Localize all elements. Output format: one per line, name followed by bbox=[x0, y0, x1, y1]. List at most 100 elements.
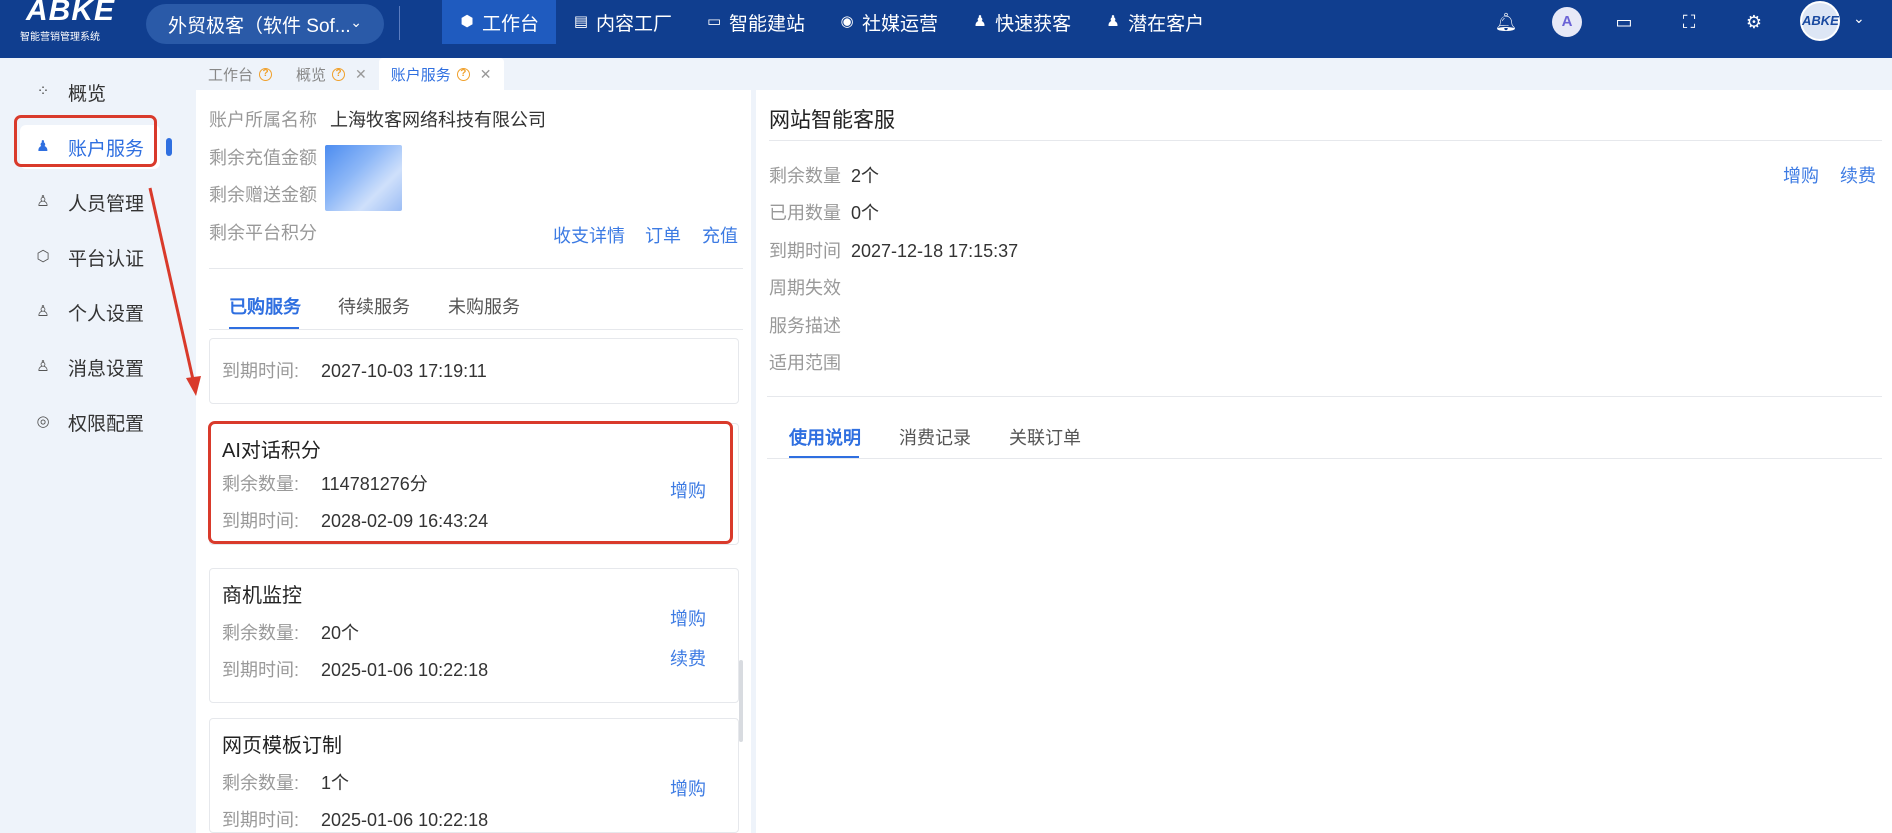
remaining-label: 剩余数量: bbox=[222, 474, 300, 494]
tab-workbench[interactable]: 工作台 ? bbox=[196, 58, 284, 90]
close-icon[interactable]: ✕ bbox=[355, 66, 367, 83]
active-marker bbox=[166, 138, 172, 156]
sidebar-item-staff[interactable]: ♙ 人员管理 bbox=[20, 180, 160, 224]
chevron-down-icon[interactable]: ⌄ bbox=[1853, 10, 1865, 27]
avatar[interactable]: ABKE bbox=[1800, 1, 1840, 41]
brand-a-icon[interactable]: A bbox=[1552, 7, 1582, 37]
tab-purchased-services[interactable]: 已购服务 bbox=[229, 293, 301, 319]
help-icon[interactable]: ? bbox=[259, 67, 273, 81]
help-icon[interactable]: ? bbox=[456, 67, 470, 81]
detail-row: 服务描述 bbox=[769, 312, 851, 338]
detail-row: 适用范围 bbox=[769, 349, 851, 375]
sidebar-item-label: 概览 bbox=[68, 83, 107, 105]
remaining-value: 20个 bbox=[321, 623, 360, 643]
gift-balance-row: 剩余赠送金额 bbox=[209, 181, 317, 207]
tab-consumption-records[interactable]: 消费记录 bbox=[899, 424, 971, 450]
nav-item-label: 内容工厂 bbox=[596, 13, 673, 35]
tab-unpurchased[interactable]: 未购服务 bbox=[448, 293, 520, 319]
sidebar-item-permissions[interactable]: ◎ 权限配置 bbox=[20, 400, 160, 444]
tab-account-service[interactable]: 账户服务 ? ✕ bbox=[378, 58, 504, 90]
document-icon: ▤ bbox=[573, 13, 589, 30]
nav-item-label: 潜在客户 bbox=[1128, 13, 1205, 35]
add-purchase-link[interactable]: 增购 bbox=[1783, 162, 1819, 188]
expiry-value: 2025-01-06 10:22:18 bbox=[321, 810, 489, 830]
detail-row: 剩余数量 2个 bbox=[769, 162, 879, 188]
gear-icon[interactable]: ⚙ bbox=[1742, 10, 1766, 34]
help-icon[interactable]: ? bbox=[332, 67, 346, 81]
remaining-value: 114781276分 bbox=[321, 474, 428, 494]
divider bbox=[769, 140, 1882, 141]
tab-usage-instructions[interactable]: 使用说明 bbox=[789, 424, 861, 450]
gift-balance-label: 剩余赠送金额 bbox=[209, 185, 317, 205]
chat-bubble-icon: ◉ bbox=[840, 13, 854, 30]
sidebar-item-account-service[interactable]: ♟ 账户服务 bbox=[20, 125, 160, 169]
remaining-label: 剩余数量: bbox=[222, 623, 300, 643]
detail-label: 剩余数量 bbox=[769, 166, 841, 186]
user-icon: ♟ bbox=[973, 13, 987, 30]
close-icon[interactable]: ✕ bbox=[480, 66, 492, 83]
message-gear-icon: ♙ bbox=[36, 358, 50, 375]
transactions-link[interactable]: 收支详情 bbox=[553, 222, 625, 248]
folder-icon[interactable]: ▭ bbox=[1612, 10, 1636, 34]
orders-link[interactable]: 订单 bbox=[645, 222, 681, 248]
bell-icon[interactable]: 🔔︎ bbox=[1494, 10, 1518, 34]
remaining-value: 1个 bbox=[321, 773, 350, 793]
detail-value: 2027-12-18 17:15:37 bbox=[851, 241, 1019, 261]
add-purchase-link[interactable]: 增购 bbox=[670, 605, 706, 631]
add-purchase-link[interactable]: 增购 bbox=[670, 477, 706, 503]
service-title: 商机监控 bbox=[222, 585, 302, 607]
detail-label: 适用范围 bbox=[769, 353, 841, 373]
balance-label: 剩余充值金额 bbox=[209, 148, 317, 168]
tab-label: 工作台 bbox=[208, 66, 254, 84]
expiry-label: 到期时间: bbox=[222, 361, 300, 381]
sidebar-item-verification[interactable]: ⬡ 平台认证 bbox=[20, 235, 160, 279]
divider bbox=[767, 458, 1882, 459]
divider bbox=[209, 329, 743, 330]
nav-item-workbench[interactable]: ⬢ 工作台 bbox=[442, 0, 557, 44]
sidebar-item-message-settings[interactable]: ♙ 消息设置 bbox=[20, 345, 160, 389]
top-bar: ABKE 智能营销管理系统 外贸极客（软件 Sof... ⌄ ⬢ 工作台 ▤ 内… bbox=[0, 0, 1892, 58]
detail-value: 2个 bbox=[851, 166, 880, 186]
detail-row: 到期时间 2027-12-18 17:15:37 bbox=[769, 237, 1018, 263]
service-card-opportunity-monitor: 商机监控 剩余数量: 20个 到期时间: 2025-01-06 10:22:18 增… bbox=[209, 568, 739, 703]
remaining-label: 剩余数量: bbox=[222, 773, 300, 793]
tab-label: 账户服务 bbox=[390, 66, 451, 84]
monitor-icon: ▭ bbox=[706, 13, 722, 30]
main-nav: ⬢ 工作台 ▤ 内容工厂 ▭ 智能建站 ◉ 社媒运营 ♟ 快速获客 ♟ 潜在客户 bbox=[442, 0, 1221, 44]
service-detail-panel bbox=[756, 90, 1892, 833]
add-purchase-link[interactable]: 增购 bbox=[670, 775, 706, 801]
people-icon: ♙ bbox=[36, 193, 50, 210]
page-tabs: 工作台 ? 概览 ? ✕ 账户服务 ? ✕ bbox=[196, 58, 504, 90]
detail-row: 已用数量 0个 bbox=[769, 199, 879, 225]
detail-row: 周期失效 bbox=[769, 274, 851, 300]
sidebar-item-label: 平台认证 bbox=[68, 248, 145, 270]
brand-logo[interactable]: ABKE 智能营销管理系统 bbox=[20, 0, 120, 44]
expiry-row: 到期时间: 2025-01-06 10:22:18 bbox=[222, 656, 488, 682]
nav-item-content-factory[interactable]: ▤ 内容工厂 bbox=[556, 0, 689, 44]
tab-pending-renewal[interactable]: 待续服务 bbox=[338, 293, 410, 319]
cube-icon: ⬢ bbox=[460, 13, 474, 30]
expiry-value: 2025-01-06 10:22:18 bbox=[321, 660, 489, 680]
renew-link[interactable]: 续费 bbox=[1840, 162, 1876, 188]
nav-item-social-media[interactable]: ◉ 社媒运营 bbox=[822, 0, 955, 44]
divider bbox=[209, 268, 743, 269]
sidebar-item-personal-settings[interactable]: ♙ 个人设置 bbox=[20, 290, 160, 334]
blurred-values-image bbox=[325, 145, 402, 211]
user-gear-icon: ♙ bbox=[36, 303, 50, 320]
expiry-row: 到期时间: 2025-01-06 10:22:18 bbox=[222, 806, 488, 832]
verify-icon: ⬡ bbox=[36, 248, 50, 265]
nav-item-prospects[interactable]: ♟ 潜在客户 bbox=[1088, 0, 1221, 44]
organization-selector[interactable]: 外贸极客（软件 Sof... ⌄ bbox=[146, 4, 384, 44]
expiry-row: 到期时间: 2028-02-09 16:43:24 bbox=[222, 507, 488, 533]
fullscreen-icon[interactable]: ⛶ bbox=[1677, 10, 1701, 34]
scrollbar[interactable] bbox=[739, 660, 743, 742]
tab-related-orders[interactable]: 关联订单 bbox=[1009, 424, 1081, 450]
renew-link[interactable]: 续费 bbox=[670, 645, 706, 671]
nav-item-label: 智能建站 bbox=[729, 13, 806, 35]
nav-item-lead-gen[interactable]: ♟ 快速获客 bbox=[955, 0, 1088, 44]
chevron-down-icon: ⌄ bbox=[350, 14, 362, 30]
sidebar-item-overview[interactable]: ⁘ 概览 bbox=[20, 70, 160, 114]
nav-item-site-builder[interactable]: ▭ 智能建站 bbox=[689, 0, 822, 44]
tab-overview[interactable]: 概览 ? ✕ bbox=[284, 58, 379, 90]
recharge-link[interactable]: 充值 bbox=[702, 222, 738, 248]
